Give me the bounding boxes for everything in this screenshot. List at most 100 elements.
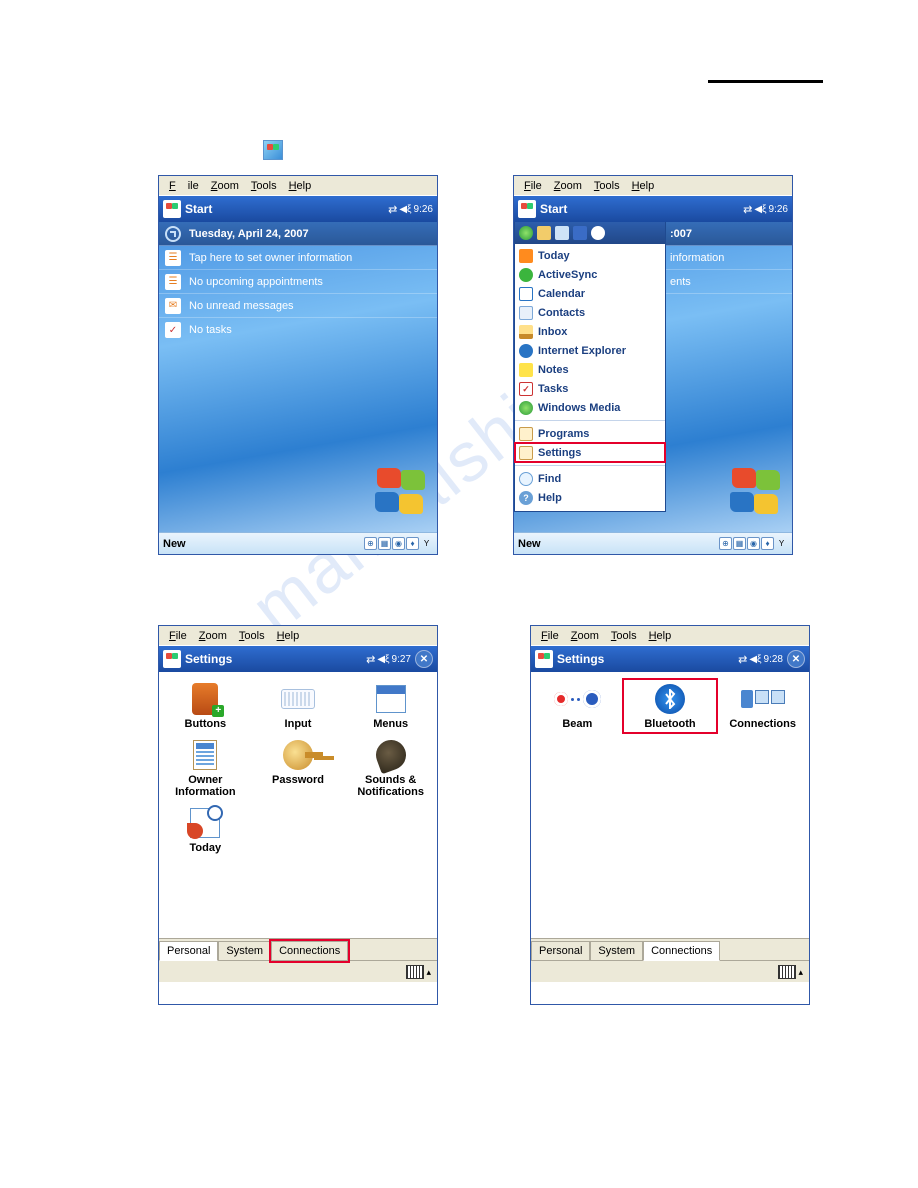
recent-icon[interactable] — [555, 226, 569, 240]
menu-file[interactable]: File — [518, 178, 548, 194]
tray-icon[interactable]: ▦ — [733, 537, 746, 550]
menu-ie[interactable]: Internet Explorer — [515, 341, 665, 360]
signal-icon[interactable]: Y — [775, 537, 788, 550]
new-button[interactable]: New — [518, 538, 719, 550]
menu-zoom[interactable]: Zoom — [205, 178, 245, 194]
menu-zoom[interactable]: Zoom — [565, 628, 605, 644]
title-text[interactable]: Start — [540, 202, 743, 216]
start-flag-icon[interactable] — [535, 650, 553, 668]
menu-help[interactable]: Help — [271, 628, 306, 644]
close-button[interactable] — [787, 650, 805, 668]
close-button[interactable] — [415, 650, 433, 668]
volume-icon[interactable]: ◀ξ — [754, 204, 766, 215]
title-text[interactable]: Start — [185, 202, 388, 216]
menu-find[interactable]: Find — [515, 469, 665, 488]
calendar-icon — [519, 287, 533, 301]
keyboard-icon[interactable] — [778, 965, 796, 979]
menu-file[interactable]: File — [163, 628, 193, 644]
tray-icon[interactable]: ◉ — [392, 537, 405, 550]
menu-file[interactable]: File — [535, 628, 565, 644]
sip-arrow-icon[interactable] — [426, 966, 431, 978]
settings-today[interactable]: Today — [159, 804, 252, 856]
settings-personal-window: File Zoom Tools Help Settings ◀ξ 9:27 Bu… — [158, 625, 438, 1005]
tab-connections[interactable]: Connections — [271, 941, 348, 961]
clock-text[interactable]: 9:27 — [392, 654, 411, 665]
calendar-icon: ☰ — [165, 274, 181, 290]
start-flag-icon[interactable] — [518, 200, 536, 218]
settings-buttons[interactable]: Buttons — [159, 680, 252, 732]
title-bar: Settings ◀ξ 9:28 — [531, 646, 809, 672]
tasks-text: No tasks — [189, 324, 232, 336]
start-flag-icon[interactable] — [163, 650, 181, 668]
menu-programs[interactable]: Programs — [515, 424, 665, 443]
recent-icon[interactable] — [591, 226, 605, 240]
menu-tools[interactable]: Tools — [245, 178, 283, 194]
menu-zoom[interactable]: Zoom — [548, 178, 588, 194]
recent-icon[interactable] — [519, 226, 533, 240]
tab-personal[interactable]: Personal — [531, 941, 590, 961]
tab-personal[interactable]: Personal — [159, 941, 218, 961]
connectivity-icon[interactable] — [738, 653, 747, 666]
menu-tools[interactable]: Tools — [605, 628, 643, 644]
menu-inbox[interactable]: Inbox — [515, 322, 665, 341]
menu-tools[interactable]: Tools — [588, 178, 626, 194]
notes-icon — [519, 363, 533, 377]
menu-tasks[interactable]: Tasks — [515, 379, 665, 398]
menu-calendar[interactable]: Calendar — [515, 284, 665, 303]
menu-file[interactable]: File — [163, 178, 205, 194]
tab-system[interactable]: System — [218, 941, 271, 961]
menu-help[interactable]: Help — [643, 628, 678, 644]
menu-notes[interactable]: Notes — [515, 360, 665, 379]
clock-text[interactable]: 9:26 — [414, 204, 433, 215]
tray-icon[interactable]: ⊕ — [719, 537, 732, 550]
settings-input[interactable]: Input — [252, 680, 345, 732]
settings-connections[interactable]: Connections — [716, 680, 809, 732]
volume-icon[interactable]: ◀ξ — [377, 654, 389, 665]
menu-activesync[interactable]: ActiveSync — [515, 265, 665, 284]
messages-row[interactable]: ✉ No unread messages — [159, 294, 437, 318]
tray-icon[interactable]: ♦ — [406, 537, 419, 550]
settings-connections-window: File Zoom Tools Help Settings ◀ξ 9:28 Be… — [530, 625, 810, 1005]
msgs-text: No unread messages — [189, 300, 294, 312]
settings-bluetooth[interactable]: Bluetooth — [624, 680, 717, 732]
settings-menus[interactable]: Menus — [344, 680, 437, 732]
recent-icon[interactable] — [573, 226, 587, 240]
clock-text[interactable]: 9:26 — [769, 204, 788, 215]
tab-system[interactable]: System — [590, 941, 643, 961]
owner-info-row[interactable]: ☰ Tap here to set owner information — [159, 246, 437, 270]
settings-beam[interactable]: Beam — [531, 680, 624, 732]
connectivity-icon[interactable] — [743, 203, 752, 216]
menu-settings[interactable]: Settings — [515, 443, 665, 462]
tray-icon[interactable]: ▦ — [378, 537, 391, 550]
tray-icon[interactable]: ◉ — [747, 537, 760, 550]
tasks-row[interactable]: ✓ No tasks — [159, 318, 437, 342]
new-button[interactable]: New — [163, 538, 364, 550]
settings-owner[interactable]: Owner Information — [159, 736, 252, 800]
menu-zoom[interactable]: Zoom — [193, 628, 233, 644]
menu-help[interactable]: Help — [515, 488, 665, 507]
clock-text[interactable]: 9:28 — [764, 654, 783, 665]
connectivity-icon[interactable] — [388, 203, 397, 216]
volume-icon[interactable]: ◀ξ — [399, 204, 411, 215]
menu-today[interactable]: Today — [515, 246, 665, 265]
device-icon — [192, 683, 218, 715]
tray-icon[interactable]: ♦ — [761, 537, 774, 550]
menu-windows-media[interactable]: Windows Media — [515, 398, 665, 417]
sip-arrow-icon[interactable] — [798, 966, 803, 978]
appointments-row[interactable]: ☰ No upcoming appointments — [159, 270, 437, 294]
menu-tools[interactable]: Tools — [233, 628, 271, 644]
menu-contacts[interactable]: Contacts — [515, 303, 665, 322]
settings-password[interactable]: Password — [252, 736, 345, 800]
settings-sounds[interactable]: Sounds & Notifications — [344, 736, 437, 800]
connectivity-icon[interactable] — [366, 653, 375, 666]
signal-icon[interactable]: Y — [420, 537, 433, 550]
keyboard-icon[interactable] — [406, 965, 424, 979]
tray-icon[interactable]: ⊕ — [364, 537, 377, 550]
recent-icon[interactable] — [537, 226, 551, 240]
menu-help[interactable]: Help — [626, 178, 661, 194]
tab-connections[interactable]: Connections — [643, 941, 720, 961]
volume-icon[interactable]: ◀ξ — [749, 654, 761, 665]
today-date-row[interactable]: Tuesday, April 24, 2007 — [159, 222, 437, 246]
menu-help[interactable]: Help — [283, 178, 318, 194]
start-flag-icon[interactable] — [163, 200, 181, 218]
